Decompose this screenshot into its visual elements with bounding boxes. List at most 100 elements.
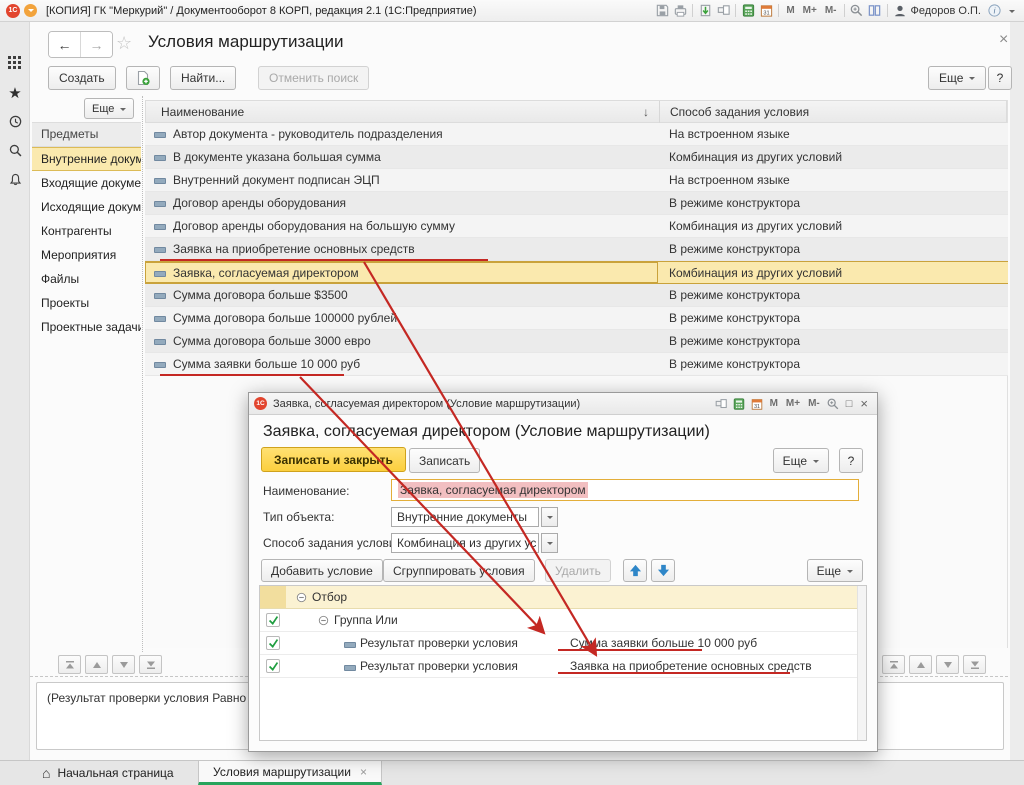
tree-root-row[interactable]: Отбор [260, 586, 866, 609]
calendar-icon[interactable]: 31 [748, 395, 766, 412]
move-up-button[interactable] [623, 559, 647, 582]
current-user[interactable]: Федоров О.П. [911, 5, 982, 17]
scroll-top-button[interactable] [58, 655, 81, 674]
table-row[interactable]: Автор документа - руководитель подраздел… [145, 123, 1008, 146]
calculator-icon[interactable] [739, 2, 757, 19]
table-row[interactable]: Договор аренды оборудования В режиме конс… [145, 192, 1008, 215]
scroll-down-button[interactable] [112, 655, 135, 674]
table-row[interactable]: Внутренний документ подписан ЭЦП На встро… [145, 169, 1008, 192]
table-row[interactable]: Договор аренды оборудования на большую с… [145, 215, 1008, 238]
collapse-icon[interactable] [296, 592, 307, 606]
condition-value[interactable]: Заявка на приобретение основных средств [570, 659, 812, 673]
scroll-top-button[interactable] [882, 655, 905, 674]
zoom-icon[interactable] [848, 2, 866, 19]
print-preview-icon[interactable] [712, 395, 730, 412]
tree-group-row[interactable]: Группа Или [260, 609, 866, 632]
forward-button[interactable]: → [80, 32, 112, 57]
help-button[interactable]: ? [988, 66, 1012, 90]
history-clock-icon[interactable] [0, 114, 30, 134]
tree-condition-row[interactable]: Результат проверки условия Сумма заявки … [260, 632, 866, 655]
save-button[interactable]: Записать [409, 448, 481, 473]
tab-home-page[interactable]: ⌂ Начальная страница [28, 761, 188, 785]
tab-routing-conditions[interactable]: Условия маршрутизации × [198, 761, 382, 785]
scroll-up-button[interactable] [909, 655, 932, 674]
info-icon[interactable]: i [985, 2, 1003, 19]
m-recall-button[interactable]: M [782, 5, 798, 16]
sidebar-item-project-tasks[interactable]: Проектные задачи [32, 315, 141, 339]
maximize-button[interactable]: □ [842, 398, 857, 410]
table-row[interactable]: Сумма договора больше $3500 В режиме конс… [145, 284, 1008, 307]
cancel-search-button[interactable]: Отменить поиск [258, 66, 370, 90]
dialog-title-bar[interactable]: 1С Заявка, согласуемая директором (Услов… [249, 393, 877, 415]
m-plus-button[interactable]: M+ [799, 5, 821, 16]
calendar-icon[interactable]: 31 [757, 2, 775, 19]
tree-scrollbar[interactable] [857, 586, 866, 740]
group-conditions-button[interactable]: Сгруппировать условия [383, 559, 535, 582]
dialog-help-button[interactable]: ? [839, 448, 863, 473]
table-row[interactable]: Сумма заявки больше 10 000 руб В режиме к… [145, 353, 1008, 376]
notifications-bell-icon[interactable] [0, 172, 30, 192]
table-row[interactable]: Сумма договора больше 100000 рублей В реж… [145, 307, 1008, 330]
chevron-down-icon[interactable] [1003, 2, 1021, 19]
condition-method-combo[interactable]: Комбинация из других ус [391, 533, 539, 553]
favorite-star-icon[interactable]: ☆ [116, 33, 132, 54]
close-form-icon[interactable]: × [999, 31, 1008, 49]
table-row[interactable]: В документе указана большая сумма Комбина… [145, 146, 1008, 169]
column-divider[interactable] [659, 101, 660, 124]
calculator-icon[interactable] [730, 395, 748, 412]
checkbox-checked[interactable] [266, 659, 280, 673]
subjects-more-button[interactable]: Еще [84, 98, 135, 119]
scroll-bottom-button[interactable] [139, 655, 162, 674]
table-row-selected[interactable]: Заявка, согласуемая директором Комбинация… [145, 261, 1008, 284]
table-header[interactable]: Наименование ↓ Способ задания условия [145, 100, 1007, 124]
import-icon[interactable] [696, 2, 714, 19]
table-row[interactable]: Заявка на приобретение основных средств В… [145, 238, 1008, 261]
scroll-down-button[interactable] [936, 655, 959, 674]
scroll-bottom-button[interactable] [963, 655, 986, 674]
m-minus-button[interactable]: M- [804, 398, 824, 409]
checkbox-checked[interactable] [266, 636, 280, 650]
move-down-button[interactable] [651, 559, 675, 582]
tree-condition-row[interactable]: Результат проверки условия Заявка на при… [260, 655, 866, 678]
m-minus-button[interactable]: M- [821, 5, 841, 16]
print-icon[interactable] [671, 2, 689, 19]
m-plus-button[interactable]: M+ [782, 398, 804, 409]
sidebar-item-internal-documents[interactable]: Внутренние документы [32, 147, 141, 171]
main-menu-icon[interactable] [24, 4, 37, 17]
print-preview-icon[interactable] [714, 2, 732, 19]
checkbox-checked[interactable] [266, 613, 280, 627]
collapse-icon[interactable] [318, 615, 329, 629]
condition-value[interactable]: Сумма заявки больше 10 000 руб [570, 636, 757, 650]
split-columns-icon[interactable] [866, 2, 884, 19]
sidebar-item-counterparties[interactable]: Контрагенты [32, 219, 141, 243]
object-type-dropdown-button[interactable] [541, 507, 558, 527]
zoom-icon[interactable] [824, 395, 842, 412]
column-method-header[interactable]: Способ задания условия [670, 105, 809, 119]
condition-method-dropdown-button[interactable] [541, 533, 558, 553]
create-new-from-icon-button[interactable] [126, 66, 160, 90]
menu-grid-icon[interactable] [0, 56, 30, 75]
save-and-close-button[interactable]: Записать и закрыть [261, 447, 406, 472]
sidebar-item-files[interactable]: Файлы [32, 267, 141, 291]
find-button[interactable]: Найти... [170, 66, 237, 90]
object-type-combo[interactable]: Внутренние документы [391, 507, 539, 527]
scroll-up-button[interactable] [85, 655, 108, 674]
delete-condition-button[interactable]: Удалить [545, 559, 611, 582]
table-row[interactable]: Сумма договора больше 3000 евро В режиме … [145, 330, 1008, 353]
list-more-button[interactable]: Еще [928, 66, 987, 90]
tab-close-icon[interactable]: × [360, 765, 367, 779]
create-button[interactable]: Создать [48, 66, 116, 90]
sidebar-item-events[interactable]: Мероприятия [32, 243, 141, 267]
search-icon[interactable] [0, 143, 30, 163]
back-button[interactable]: ← [49, 32, 80, 57]
m-recall-button[interactable]: M [766, 398, 782, 409]
dialog-more-button[interactable]: Еще [772, 448, 829, 473]
sidebar-item-outgoing-documents[interactable]: Исходящие документы [32, 195, 141, 219]
favorites-star-icon[interactable]: ★ [0, 84, 30, 102]
add-condition-button[interactable]: Добавить условие [261, 559, 383, 582]
dialog-close-button[interactable]: × [856, 396, 872, 411]
conditions-more-button[interactable]: Еще [806, 559, 863, 582]
column-name-header[interactable]: Наименование [161, 105, 244, 119]
sidebar-item-projects[interactable]: Проекты [32, 291, 141, 315]
name-field[interactable]: Заявка, согласуемая директором [391, 479, 859, 501]
